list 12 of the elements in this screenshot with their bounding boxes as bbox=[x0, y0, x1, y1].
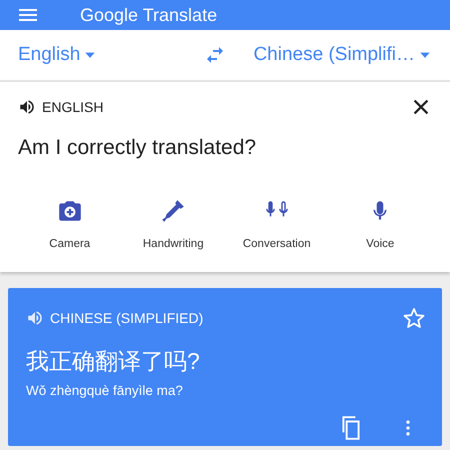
romanization-text: Wǒ zhèngquè fānyìle ma? bbox=[26, 382, 184, 400]
target-language-dropdown[interactable]: Chinese (Simplifi… bbox=[253, 40, 432, 70]
source-text: Am I correctly translated? bbox=[18, 135, 258, 161]
camera-tool-button[interactable]: Camera bbox=[20, 198, 120, 253]
translated-text: 我正确翻译了吗? bbox=[26, 347, 201, 376]
source-language-dropdown[interactable]: English bbox=[18, 40, 98, 70]
source-language-label: ENGLISH bbox=[42, 98, 104, 116]
conversation-tool-button[interactable]: Conversation bbox=[226, 198, 327, 253]
handwriting-tool-button[interactable]: Handwriting bbox=[123, 198, 224, 253]
target-language-label: CHINESE (SIMPLIFIED) bbox=[50, 308, 204, 328]
voice-tool-button[interactable]: Voice bbox=[330, 198, 430, 253]
app-title: Google Translate bbox=[80, 6, 218, 24]
